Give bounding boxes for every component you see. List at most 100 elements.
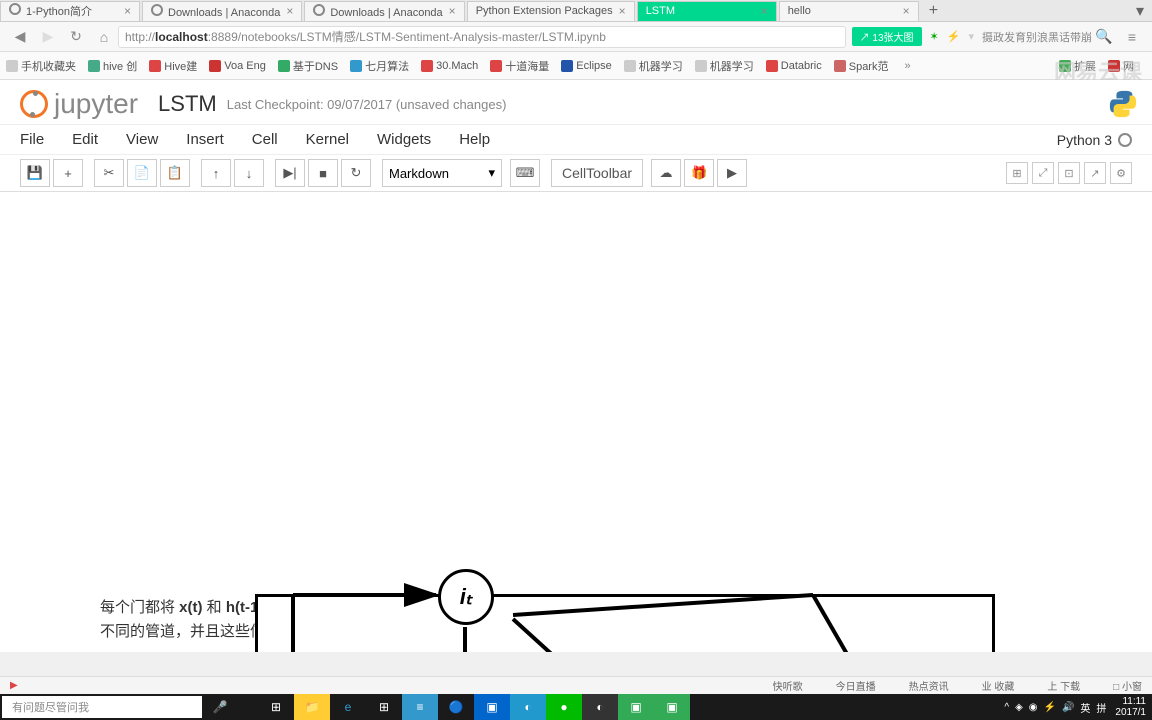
restart-icon[interactable]: ↻ bbox=[341, 159, 371, 187]
mini-btn-4[interactable]: ↗ bbox=[1084, 162, 1106, 184]
menu-icon[interactable]: ≡ bbox=[1120, 25, 1144, 49]
gift-icon[interactable]: 🎁 bbox=[684, 159, 714, 187]
ext-item[interactable]: 扩展 bbox=[1059, 58, 1096, 74]
address-bar: ◀ ▶ ↻ ⌂ http://localhost:8889/notebooks/… bbox=[0, 22, 1152, 52]
news-link[interactable]: □ 小窗 bbox=[1100, 678, 1142, 693]
news-link[interactable]: 热点资讯 bbox=[896, 678, 949, 693]
command-palette-icon[interactable]: ⌨ bbox=[510, 159, 540, 187]
move-up-icon[interactable]: ↑ bbox=[201, 159, 231, 187]
search-hint[interactable]: 摄政发育别浪黑话带崩 bbox=[982, 29, 1092, 45]
wechat-icon[interactable]: ● bbox=[546, 694, 582, 720]
browser-tab-2[interactable]: Downloads | Anaconda× bbox=[304, 1, 464, 21]
add-cell-icon[interactable]: + bbox=[53, 159, 83, 187]
notebook-content[interactable]: xₜ hₜ bbox=[0, 192, 1152, 652]
store-icon[interactable]: ⊞ bbox=[366, 694, 402, 720]
close-icon[interactable]: × bbox=[761, 4, 768, 18]
jupyter-logo[interactable]: jupyter bbox=[20, 88, 138, 120]
ext-item[interactable]: 网 bbox=[1108, 58, 1134, 74]
save-icon[interactable]: 💾 bbox=[20, 159, 50, 187]
copy-icon[interactable]: 📄 bbox=[127, 159, 157, 187]
notebook-title[interactable]: LSTM bbox=[158, 91, 217, 117]
bookmark-item[interactable]: 机器学习 bbox=[695, 58, 754, 74]
tray-up-icon[interactable]: ^ bbox=[1004, 702, 1009, 713]
chrome-icon[interactable]: 🔵 bbox=[438, 694, 474, 720]
cell-type-select[interactable]: Markdown▾ bbox=[382, 159, 502, 187]
browser-tab-4[interactable]: LSTM× bbox=[637, 1, 777, 21]
cloud-icon[interactable]: ☁ bbox=[651, 159, 681, 187]
browser-tab-5[interactable]: hello× bbox=[779, 1, 919, 21]
mini-btn-2[interactable]: ⤢ bbox=[1032, 162, 1054, 184]
mini-btn-3[interactable]: ⊡ bbox=[1058, 162, 1080, 184]
tray-ico[interactable]: 🔊 bbox=[1062, 702, 1074, 713]
app2-icon[interactable]: ▣ bbox=[474, 694, 510, 720]
tray-ico[interactable]: ◉ bbox=[1029, 702, 1038, 713]
news-link[interactable]: 业 收藏 bbox=[969, 678, 1015, 693]
bookmark-item[interactable]: Hive建 bbox=[149, 58, 197, 74]
ime-icon[interactable]: 拼 bbox=[1096, 700, 1106, 715]
browser-tab-1[interactable]: Downloads | Anaconda× bbox=[142, 1, 302, 21]
search-icon[interactable]: 🔍 bbox=[1092, 25, 1116, 49]
close-icon[interactable]: × bbox=[619, 4, 626, 18]
news-link[interactable]: 今日直播 bbox=[823, 678, 876, 693]
task-view-icon[interactable]: ⊞ bbox=[258, 694, 294, 720]
bookmark-item[interactable]: Voa Eng bbox=[209, 60, 266, 72]
app6-icon[interactable]: ▣ bbox=[654, 694, 690, 720]
add-tab-icon[interactable]: + bbox=[921, 2, 946, 20]
bookmark-item[interactable]: Spark范 bbox=[834, 58, 889, 74]
app-icon[interactable]: ≡ bbox=[402, 694, 438, 720]
close-icon[interactable]: × bbox=[124, 4, 131, 18]
bookmark-item[interactable]: 手机收藏夹 bbox=[6, 58, 76, 74]
edge-icon[interactable]: e bbox=[330, 694, 366, 720]
mini-btn-1[interactable]: ⊞ bbox=[1006, 162, 1028, 184]
bookmark-item[interactable]: Databric bbox=[766, 60, 822, 72]
close-icon[interactable]: × bbox=[903, 4, 910, 18]
menu-widgets[interactable]: Widgets bbox=[377, 131, 431, 148]
tray-ico[interactable]: ⚡ bbox=[1044, 702, 1056, 713]
run-icon[interactable]: ▶| bbox=[275, 159, 305, 187]
home-icon[interactable]: ⌂ bbox=[92, 25, 116, 49]
browser-tab-0[interactable]: 1-Python简介× bbox=[0, 1, 140, 21]
close-icon[interactable]: × bbox=[449, 4, 456, 18]
bookmark-item[interactable]: 十道海量 bbox=[490, 58, 549, 74]
menu-cell[interactable]: Cell bbox=[252, 131, 278, 148]
close-icon[interactable]: × bbox=[286, 4, 293, 18]
app4-icon[interactable]: ◐ bbox=[582, 694, 618, 720]
menu-edit[interactable]: Edit bbox=[72, 131, 98, 148]
bookmark-item[interactable]: 机器学习 bbox=[624, 58, 683, 74]
celltoolbar-button[interactable]: CellToolbar bbox=[551, 159, 643, 187]
play-icon[interactable]: ▶ bbox=[717, 159, 747, 187]
tabs-menu-icon[interactable]: ▾ bbox=[1128, 1, 1152, 21]
explorer-icon[interactable]: 📁 bbox=[294, 694, 330, 720]
system-tray: ^ ◈ ◉ ⚡ 🔊 英 拼 11:112017/1 bbox=[1001, 696, 1152, 718]
ime-icon[interactable]: 英 bbox=[1080, 700, 1090, 715]
menu-file[interactable]: File bbox=[20, 131, 44, 148]
forward-icon[interactable]: ▶ bbox=[36, 25, 60, 49]
menu-view[interactable]: View bbox=[126, 131, 158, 148]
move-down-icon[interactable]: ↓ bbox=[234, 159, 264, 187]
news-link[interactable]: 快听歌 bbox=[760, 678, 803, 693]
menu-help[interactable]: Help bbox=[459, 131, 490, 148]
back-icon[interactable]: ◀ bbox=[8, 25, 32, 49]
image-badge[interactable]: ↗ 13张大图 bbox=[852, 27, 922, 46]
stop-icon[interactable]: ■ bbox=[308, 159, 338, 187]
news-link[interactable]: 上 下载 bbox=[1034, 678, 1080, 693]
bookmark-item[interactable]: hive 创 bbox=[88, 58, 137, 74]
menu-insert[interactable]: Insert bbox=[186, 131, 224, 148]
paste-icon[interactable]: 📋 bbox=[160, 159, 190, 187]
mic-icon[interactable]: 🎤 bbox=[202, 694, 238, 720]
app3-icon[interactable]: ◐ bbox=[510, 694, 546, 720]
cut-icon[interactable]: ✂ bbox=[94, 159, 124, 187]
cortana-input[interactable]: 有问题尽管问我 bbox=[2, 696, 202, 718]
bookmark-item[interactable]: 七月算法 bbox=[350, 58, 409, 74]
bookmark-item[interactable]: 30.Mach bbox=[421, 60, 478, 72]
url-input[interactable]: http://localhost:8889/notebooks/LSTM情感/L… bbox=[118, 26, 846, 48]
menu-kernel[interactable]: Kernel bbox=[306, 131, 349, 148]
reload-icon[interactable]: ↻ bbox=[64, 25, 88, 49]
mini-btn-5[interactable]: ⚙ bbox=[1110, 162, 1132, 184]
bookmark-item[interactable]: Eclipse bbox=[561, 60, 611, 72]
bookmark-item[interactable]: 基于DNS bbox=[278, 58, 338, 74]
app5-icon[interactable]: ▣ bbox=[618, 694, 654, 720]
clock[interactable]: 11:112017/1 bbox=[1115, 696, 1146, 718]
tray-ico[interactable]: ◈ bbox=[1015, 702, 1023, 713]
browser-tab-3[interactable]: Python Extension Packages× bbox=[467, 1, 635, 21]
